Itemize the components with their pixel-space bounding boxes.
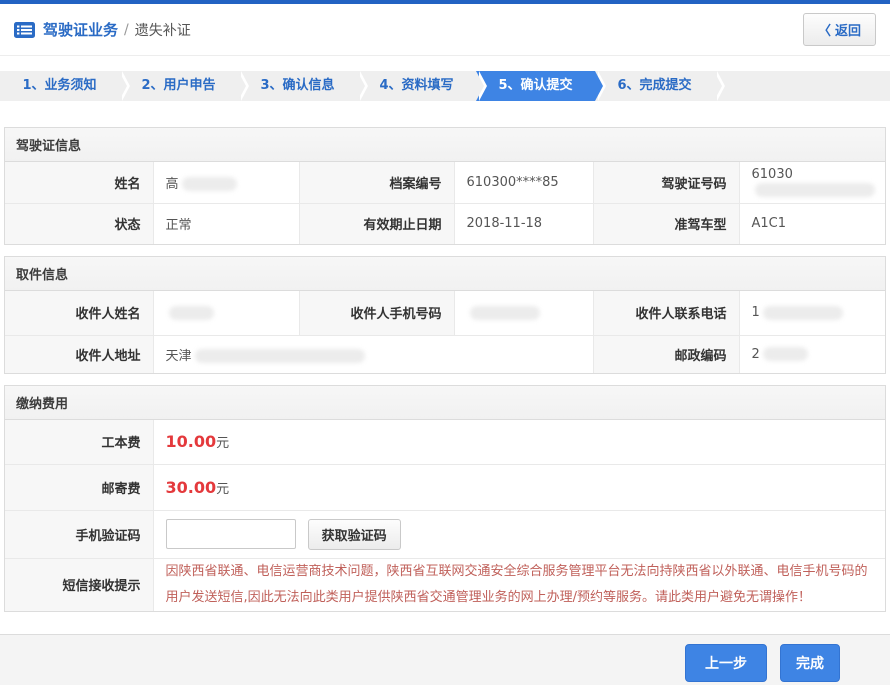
page-title: 驾驶证业务 xyxy=(43,19,118,40)
recipient-phone-value: 1 xyxy=(739,291,885,335)
production-fee-amount: 10.00 xyxy=(166,432,217,451)
recipient-phone-label: 收件人联系电话 xyxy=(593,291,739,335)
name-label: 姓名 xyxy=(5,162,153,203)
sms-code-input[interactable] xyxy=(166,519,296,549)
step-5-confirm-submit[interactable]: 5、确认提交 xyxy=(476,71,595,101)
table-row: 收件人地址 天津 邮政编码 2 xyxy=(5,335,885,373)
page-header: 驾驶证业务 / 遗失补证 〈返回 xyxy=(0,4,890,56)
redacted-blur xyxy=(195,349,365,363)
table-row: 短信接收提示 因陕西省联通、电信运营商技术问题，陕西省互联网交通安全综合服务管理… xyxy=(5,558,885,611)
table-row: 姓名 高 档案编号 610300****85 驾驶证号码 61030 xyxy=(5,162,885,203)
vehicle-type-value: A1C1 xyxy=(739,203,885,244)
file-no-value: 610300****85 xyxy=(454,162,593,203)
recipient-name-value xyxy=(153,291,299,335)
sms-code-cell: 获取验证码 xyxy=(153,510,885,558)
fee-unit: 元 xyxy=(216,482,229,497)
vehicle-type-label: 准驾车型 xyxy=(593,203,739,244)
back-button-label: 返回 xyxy=(835,24,861,39)
expiry-label: 有效期止日期 xyxy=(299,203,454,244)
redacted-blur xyxy=(169,306,214,320)
license-info-section: 驾驶证信息 姓名 高 档案编号 610300****85 驾驶证号码 61030… xyxy=(4,127,886,245)
file-no-label: 档案编号 xyxy=(299,162,454,203)
breadcrumb-separator: / xyxy=(124,22,129,38)
recipient-mobile-value xyxy=(454,291,593,335)
step-1-business-notice[interactable]: 1、业务须知 xyxy=(0,71,119,101)
back-chevron-icon: 〈 xyxy=(818,24,831,39)
name-value: 高 xyxy=(153,162,299,203)
fee-section-title: 缴纳费用 xyxy=(5,386,885,420)
step-2-user-declaration[interactable]: 2、用户申告 xyxy=(119,71,238,101)
back-button[interactable]: 〈返回 xyxy=(803,13,876,46)
status-value: 正常 xyxy=(153,203,299,244)
sms-notice-text: 因陕西省联通、电信运营商技术问题，陕西省互联网交通安全综合服务管理平台无法向持陕… xyxy=(166,559,874,611)
mailing-fee-amount: 30.00 xyxy=(166,478,217,497)
fee-table: 工本费 10.00元 邮寄费 30.00元 手机验证码 获取验证码 短信接收提示… xyxy=(5,420,885,611)
pickup-info-table: 收件人姓名 收件人手机号码 收件人联系电话 1 收件人地址 天津 邮政编码 2 xyxy=(5,291,885,373)
table-row: 邮寄费 30.00元 xyxy=(5,464,885,510)
status-label: 状态 xyxy=(5,203,153,244)
main-content: 驾驶证信息 姓名 高 档案编号 610300****85 驾驶证号码 61030… xyxy=(0,127,890,612)
table-row: 状态 正常 有效期止日期 2018-11-18 准驾车型 A1C1 xyxy=(5,203,885,244)
pickup-section-title: 取件信息 xyxy=(5,257,885,291)
get-code-button[interactable]: 获取验证码 xyxy=(308,519,401,550)
sms-code-label: 手机验证码 xyxy=(5,510,153,558)
redacted-blur xyxy=(182,177,237,191)
step-6-complete-submit[interactable]: 6、完成提交 xyxy=(595,71,714,101)
license-list-icon xyxy=(14,22,35,38)
license-info-table: 姓名 高 档案编号 610300****85 驾驶证号码 61030 状态 正常… xyxy=(5,162,885,244)
redacted-blur xyxy=(763,306,843,320)
postal-code-label: 邮政编码 xyxy=(593,335,739,373)
step-4-fill-data[interactable]: 4、资料填写 xyxy=(357,71,476,101)
license-no-label: 驾驶证号码 xyxy=(593,162,739,203)
redacted-blur xyxy=(470,306,540,320)
fee-unit: 元 xyxy=(216,436,229,451)
mailing-fee-value: 30.00元 xyxy=(153,464,885,510)
license-section-title: 驾驶证信息 xyxy=(5,128,885,162)
sms-notice-label: 短信接收提示 xyxy=(5,558,153,611)
table-row: 收件人姓名 收件人手机号码 收件人联系电话 1 xyxy=(5,291,885,335)
redacted-blur xyxy=(755,183,875,197)
table-row: 工本费 10.00元 xyxy=(5,420,885,464)
postal-code-value: 2 xyxy=(739,335,885,373)
expiry-value: 2018-11-18 xyxy=(454,203,593,244)
recipient-name-label: 收件人姓名 xyxy=(5,291,153,335)
sms-notice-cell: 因陕西省联通、电信运营商技术问题，陕西省互联网交通安全综合服务管理平台无法向持陕… xyxy=(153,558,885,611)
fee-section: 缴纳费用 工本费 10.00元 邮寄费 30.00元 手机验证码 获取验证码 短… xyxy=(4,385,886,612)
license-no-value: 61030 xyxy=(739,162,885,203)
finish-button[interactable]: 完成 xyxy=(780,644,840,682)
pickup-info-section: 取件信息 收件人姓名 收件人手机号码 收件人联系电话 1 收件人地址 天津 邮政… xyxy=(4,256,886,374)
redacted-blur xyxy=(763,347,808,361)
production-fee-value: 10.00元 xyxy=(153,420,885,464)
step-progress-bar: 1、业务须知 2、用户申告 3、确认信息 4、资料填写 5、确认提交 6、完成提… xyxy=(0,71,890,101)
previous-step-button[interactable]: 上一步 xyxy=(685,644,767,682)
mailing-fee-label: 邮寄费 xyxy=(5,464,153,510)
breadcrumb-current: 遗失补证 xyxy=(135,20,191,40)
recipient-address-value: 天津 xyxy=(153,335,593,373)
production-fee-label: 工本费 xyxy=(5,420,153,464)
step-3-confirm-info[interactable]: 3、确认信息 xyxy=(238,71,357,101)
recipient-mobile-label: 收件人手机号码 xyxy=(299,291,454,335)
footer-action-bar: 上一步 完成 xyxy=(0,634,890,685)
recipient-address-label: 收件人地址 xyxy=(5,335,153,373)
table-row: 手机验证码 获取验证码 xyxy=(5,510,885,558)
